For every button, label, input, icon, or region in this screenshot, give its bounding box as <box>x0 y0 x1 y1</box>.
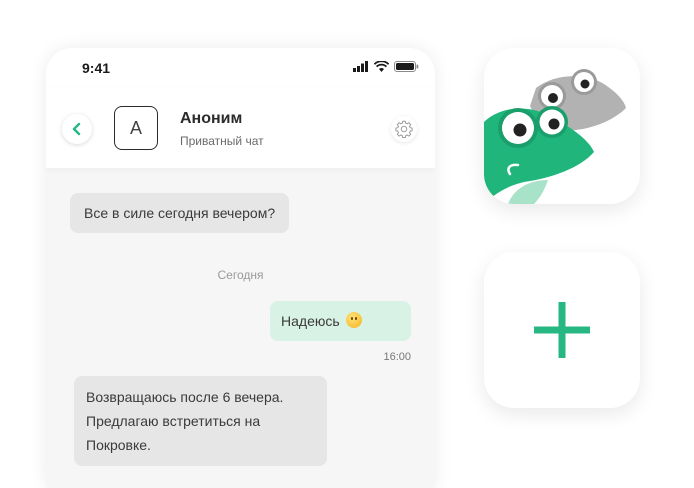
back-button[interactable] <box>62 114 92 144</box>
add-button[interactable] <box>484 252 640 408</box>
outgoing-message-text: Надеюсь <box>281 313 340 329</box>
battery-icon <box>394 61 419 72</box>
status-time: 9:41 <box>82 60 111 76</box>
smiley-emoji-icon <box>345 312 362 328</box>
chevron-left-icon <box>72 122 81 136</box>
contact-name: Аноним <box>180 110 243 127</box>
day-separator: Сегодня <box>217 268 264 282</box>
status-bar: 9:41 <box>46 48 435 88</box>
chat-header: A Аноним Приватный чат <box>46 88 435 168</box>
app-icon-tile[interactable] <box>484 48 640 204</box>
avatar[interactable]: A <box>114 106 158 150</box>
frog-mascot-icon <box>484 69 626 204</box>
phone-chat-screen: 9:41 A Аноним Приватный чат Все в силе с… <box>46 48 435 488</box>
outgoing-message: Надеюсь <box>270 301 411 341</box>
message-timestamp: 16:00 <box>383 351 411 363</box>
signal-icon <box>353 61 368 72</box>
gear-icon <box>395 120 413 138</box>
status-icons <box>353 61 419 72</box>
wifi-icon <box>374 61 389 72</box>
settings-button[interactable] <box>391 116 417 142</box>
chat-subtitle: Приватный чат <box>180 134 264 148</box>
plus-icon <box>534 302 590 358</box>
incoming-message: Все в силе сегодня вечером? <box>70 193 290 233</box>
incoming-message: Возвращаюсь после 6 вечера. Предлагаю вс… <box>74 376 327 466</box>
